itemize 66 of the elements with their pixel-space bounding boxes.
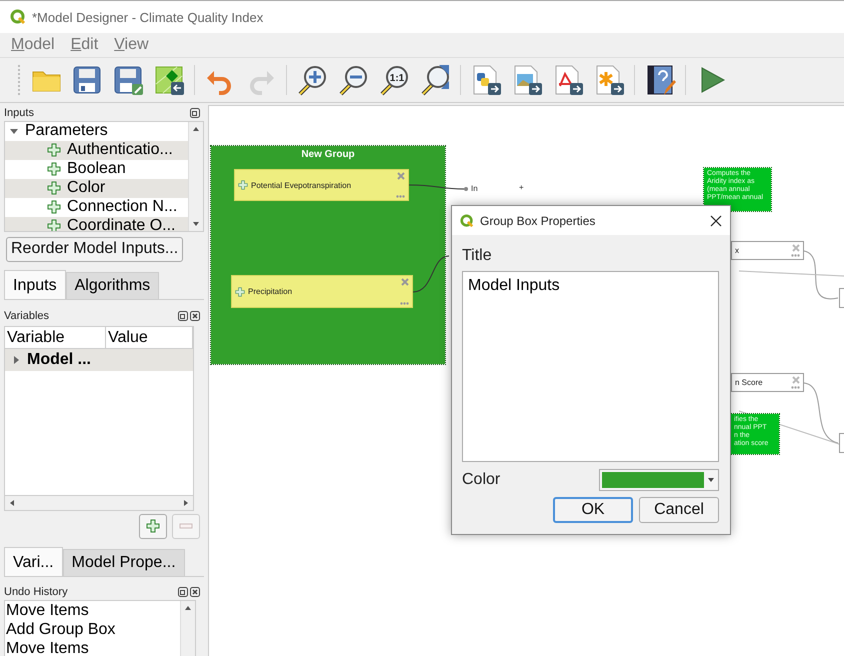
add-variable-button[interactable] <box>139 514 167 539</box>
tree-item[interactable]: Parameters <box>25 122 108 140</box>
minus-icon <box>179 523 193 530</box>
node-label: x <box>735 246 739 255</box>
panel-title: Undo History <box>4 586 68 598</box>
panel-title: Variables <box>4 310 50 322</box>
expand-caret-icon[interactable] <box>11 354 21 365</box>
plus-icon <box>47 162 61 176</box>
group-title: New Group <box>300 149 356 160</box>
tab[interactable]: Algorithms <box>66 272 160 300</box>
tree-item[interactable]: Boolean <box>67 160 126 178</box>
tab[interactable]: Inputs <box>4 270 66 300</box>
app-logo-icon <box>10 9 26 25</box>
zoom-in-icon[interactable] <box>296 64 328 96</box>
menu-item[interactable]: Model <box>11 36 55 54</box>
expand-caret-icon[interactable] <box>9 126 19 136</box>
plus-icon <box>47 219 61 231</box>
plus-icon <box>47 200 61 214</box>
field-label: Title <box>462 247 493 265</box>
column-header[interactable]: Value <box>106 326 193 348</box>
close-icon[interactable] <box>190 310 200 321</box>
port-dot <box>464 187 468 191</box>
tab[interactable]: Model Prope... <box>62 548 185 576</box>
plus-icon <box>47 143 61 158</box>
variable-name: Model ... <box>27 350 91 369</box>
plus-icon <box>238 180 248 190</box>
node-label: Potential Evepotranspiration <box>251 180 352 190</box>
node-label: Precipitation <box>248 287 292 296</box>
zoom-full-icon[interactable] <box>419 64 451 96</box>
reorder-button[interactable]: Reorder Model Inputs... <box>6 236 184 262</box>
undo-item[interactable]: Move Items <box>6 600 180 620</box>
float-icon[interactable] <box>178 310 188 321</box>
connector-line <box>408 184 464 190</box>
port-label: In <box>471 184 478 193</box>
connector-line <box>412 256 450 292</box>
close-icon[interactable] <box>190 587 200 598</box>
undo-item[interactable]: Move Items <box>6 638 180 656</box>
plus-icon <box>47 181 61 196</box>
save-icon[interactable] <box>71 64 103 96</box>
float-icon[interactable] <box>178 587 188 598</box>
undo-item[interactable]: Add Group Box <box>6 620 180 639</box>
dialog-title: Group Box Properties <box>480 214 596 228</box>
close-icon[interactable] <box>710 214 722 226</box>
add-port-mark[interactable]: + <box>519 183 524 192</box>
dialog-button[interactable]: OK <box>553 497 633 523</box>
color-picker[interactable] <box>599 469 719 491</box>
column-header[interactable]: Variable <box>5 326 106 348</box>
float-icon[interactable] <box>190 108 200 118</box>
app-logo-icon <box>460 214 474 228</box>
tab[interactable]: Vari... <box>4 546 63 576</box>
dropdown-arrow-icon[interactable] <box>706 476 716 484</box>
window-title: *Model Designer - Climate Quality Index <box>32 10 264 24</box>
title-text-area[interactable]: Model Inputs <box>462 271 719 462</box>
tree-item[interactable]: Connection N... <box>67 198 178 216</box>
menu-item[interactable]: View <box>114 36 149 54</box>
zoom-out-icon[interactable] <box>337 64 369 96</box>
tree-item[interactable]: Color <box>67 179 106 198</box>
panel-title: Inputs <box>4 106 34 119</box>
save-as-icon[interactable] <box>112 64 144 96</box>
plus-icon <box>235 286 245 296</box>
node-label: n Score <box>735 378 763 387</box>
dialog-button[interactable]: Cancel <box>639 497 719 523</box>
menu-item[interactable]: Edit <box>70 36 98 54</box>
plus-icon <box>146 519 160 534</box>
field-label: Color <box>462 471 500 489</box>
export-model-icon[interactable] <box>153 64 185 96</box>
